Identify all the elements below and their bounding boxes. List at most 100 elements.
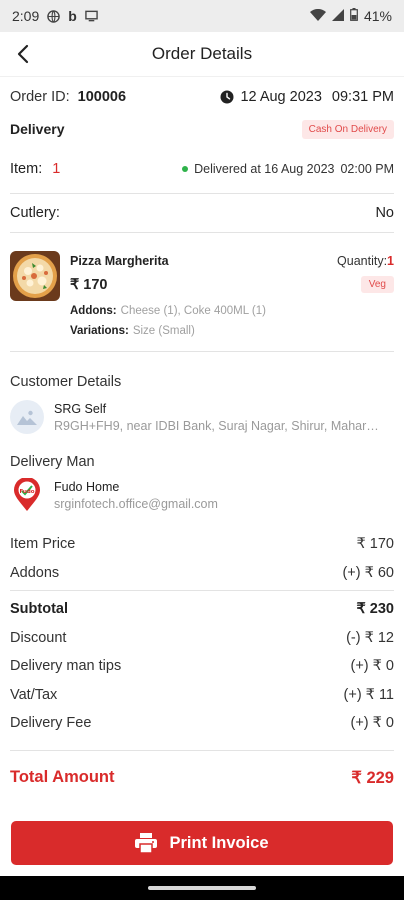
customer-details-title: Customer Details (10, 374, 122, 390)
divider (10, 351, 394, 352)
print-invoice-label: Print Invoice (169, 833, 269, 852)
customer-avatar (10, 400, 44, 434)
delivery-fee-value: (+) ₹ 0 (350, 715, 394, 732)
cutlery-row: Cutlery: No (10, 194, 394, 232)
print-invoice-button[interactable]: Print Invoice (11, 821, 393, 865)
cutlery-value: No (375, 205, 394, 221)
item-count-value: 1 (52, 161, 61, 177)
back-arrow-icon (17, 44, 29, 64)
addons-price-label: Addons (10, 564, 60, 581)
back-button[interactable] (10, 41, 36, 67)
customer-name: SRG Self (54, 401, 107, 416)
b-app-icon: b (68, 8, 77, 24)
status-time: 2:09 (12, 8, 40, 24)
screen-icon (85, 10, 98, 23)
printer-icon (135, 833, 158, 853)
order-id: Order ID: 100006 (10, 89, 126, 105)
addons-price-value: (+) ₹ 60 (342, 564, 394, 581)
price-summary: Item Price ₹ 170 Addons (+) ₹ 60 Subtota… (10, 530, 394, 805)
status-right: 41% (309, 8, 392, 24)
item-count: Item: 1 (10, 161, 60, 177)
cutlery-label: Cutlery: (10, 205, 60, 221)
product-price: ₹ 170 (70, 276, 108, 293)
fudo-logo-text: Fudo (19, 489, 34, 495)
delivery-man-text: Fudo Home srginfotech.office@gmail.com (54, 480, 384, 511)
delivery-man-card: Fudo Fudo Home srginfotech.office@gmail.… (10, 478, 394, 512)
addons-value: Cheese (1), Coke 400ML (1) (120, 305, 266, 317)
delivered-time: 02:00 PM (340, 162, 394, 176)
battery-percent: 41% (363, 8, 392, 24)
delivery-type: Delivery (10, 121, 65, 137)
globe-icon (47, 9, 61, 23)
addons-row: Addons (+) ₹ 60 (10, 559, 394, 588)
order-id-row: Order ID: 100006 12 Aug 2023 09:31 PM (10, 77, 394, 117)
subtotal-value: ₹ 230 (356, 601, 394, 618)
variations-label: Variations: (70, 325, 129, 337)
item-status-row: Item: 1 Delivered at 16 Aug 2023 02:00 P… (10, 145, 394, 193)
tips-row: Delivery man tips (+) ₹ 0 (10, 652, 394, 681)
subtotal-label: Subtotal (10, 601, 68, 618)
divider (10, 590, 394, 591)
product-addons: Addons: Cheese (1), Coke 400ML (1) (70, 305, 394, 317)
delivery-man-title: Delivery Man (10, 454, 95, 470)
vat-row: Vat/Tax (+) ₹ 11 (10, 681, 394, 710)
home-indicator[interactable] (148, 886, 256, 890)
discount-row: Discount (-) ₹ 12 (10, 624, 394, 653)
variations-value: Size (Small) (132, 325, 195, 337)
order-details-content: Order ID: 100006 12 Aug 2023 09:31 PM De… (0, 77, 404, 805)
product-name: Pizza Margherita (70, 254, 169, 268)
total-value: ₹ 229 (351, 768, 394, 787)
customer-card: SRG Self R9GH+FH9, near IDBI Bank, Suraj… (10, 400, 394, 434)
vat-label: Vat/Tax (10, 686, 58, 703)
veg-badge: Veg (360, 276, 394, 293)
delivered-status: Delivered at 16 Aug 2023 02:00 PM (182, 162, 394, 176)
status-left: 2:09 b (12, 8, 98, 24)
product-price-row: ₹ 170 Veg (70, 276, 394, 293)
delivered-text: Delivered at 16 Aug 2023 (194, 162, 335, 176)
item-label: Item: (10, 161, 43, 177)
system-nav-bar (0, 876, 404, 900)
delivery-fee-row: Delivery Fee (+) ₹ 0 (10, 709, 394, 738)
page-title: Order Details (151, 44, 253, 63)
discount-label: Discount (10, 629, 67, 646)
item-price-row: Item Price ₹ 170 (10, 530, 394, 559)
wifi-icon (309, 8, 326, 24)
discount-value: (-) ₹ 12 (346, 629, 394, 646)
status-bar: 2:09 b 41% (0, 0, 404, 32)
delivery-man-email: srginfotech.office@gmail.com (54, 496, 218, 511)
quantity-label: Quantity: (337, 254, 388, 268)
product-item: Pizza Margherita Quantity:1 ₹ 170 Veg Ad… (10, 233, 394, 351)
subtotal-row: Subtotal ₹ 230 (10, 595, 394, 624)
item-price-label: Item Price (10, 536, 76, 553)
addons-label: Addons: (70, 305, 117, 317)
app-bar: Order Details (0, 32, 404, 77)
pizza-image (10, 251, 60, 301)
payment-method-badge: Cash On Delivery (301, 119, 394, 139)
delivery-type-row: Delivery Cash On Delivery (10, 117, 394, 141)
total-label: Total Amount (10, 768, 115, 786)
total-row: Total Amount ₹ 229 (10, 751, 394, 805)
delivery-man-name: Fudo Home (54, 479, 120, 494)
vat-value: (+) ₹ 11 (343, 686, 394, 703)
product-top: Pizza Margherita Quantity:1 (70, 251, 394, 268)
order-id-label: Order ID: (10, 89, 70, 105)
product-info: Pizza Margherita Quantity:1 ₹ 170 Veg Ad… (70, 251, 394, 337)
order-date: 12 Aug 2023 (240, 89, 322, 105)
order-id-value: 100006 (77, 89, 127, 105)
customer-text: SRG Self R9GH+FH9, near IDBI Bank, Suraj… (54, 402, 384, 433)
fudo-logo: Fudo (10, 478, 44, 512)
order-time: 09:31 PM (331, 89, 394, 105)
battery-icon (350, 8, 358, 24)
delivered-dot-icon (182, 166, 189, 172)
tips-value: (+) ₹ 0 (350, 658, 394, 675)
clock-icon (220, 90, 234, 104)
order-datetime: 12 Aug 2023 09:31 PM (220, 89, 394, 105)
delivery-fee-label: Delivery Fee (10, 715, 92, 732)
product-variations: Variations: Size (Small) (70, 325, 394, 337)
image-placeholder-icon (17, 410, 37, 425)
product-quantity: Quantity:1 (337, 254, 394, 268)
item-price-value: ₹ 170 (356, 536, 394, 553)
quantity-value: 1 (387, 254, 394, 268)
signal-icon (331, 8, 344, 24)
customer-address: R9GH+FH9, near IDBI Bank, Suraj Nagar, S… (54, 418, 384, 433)
